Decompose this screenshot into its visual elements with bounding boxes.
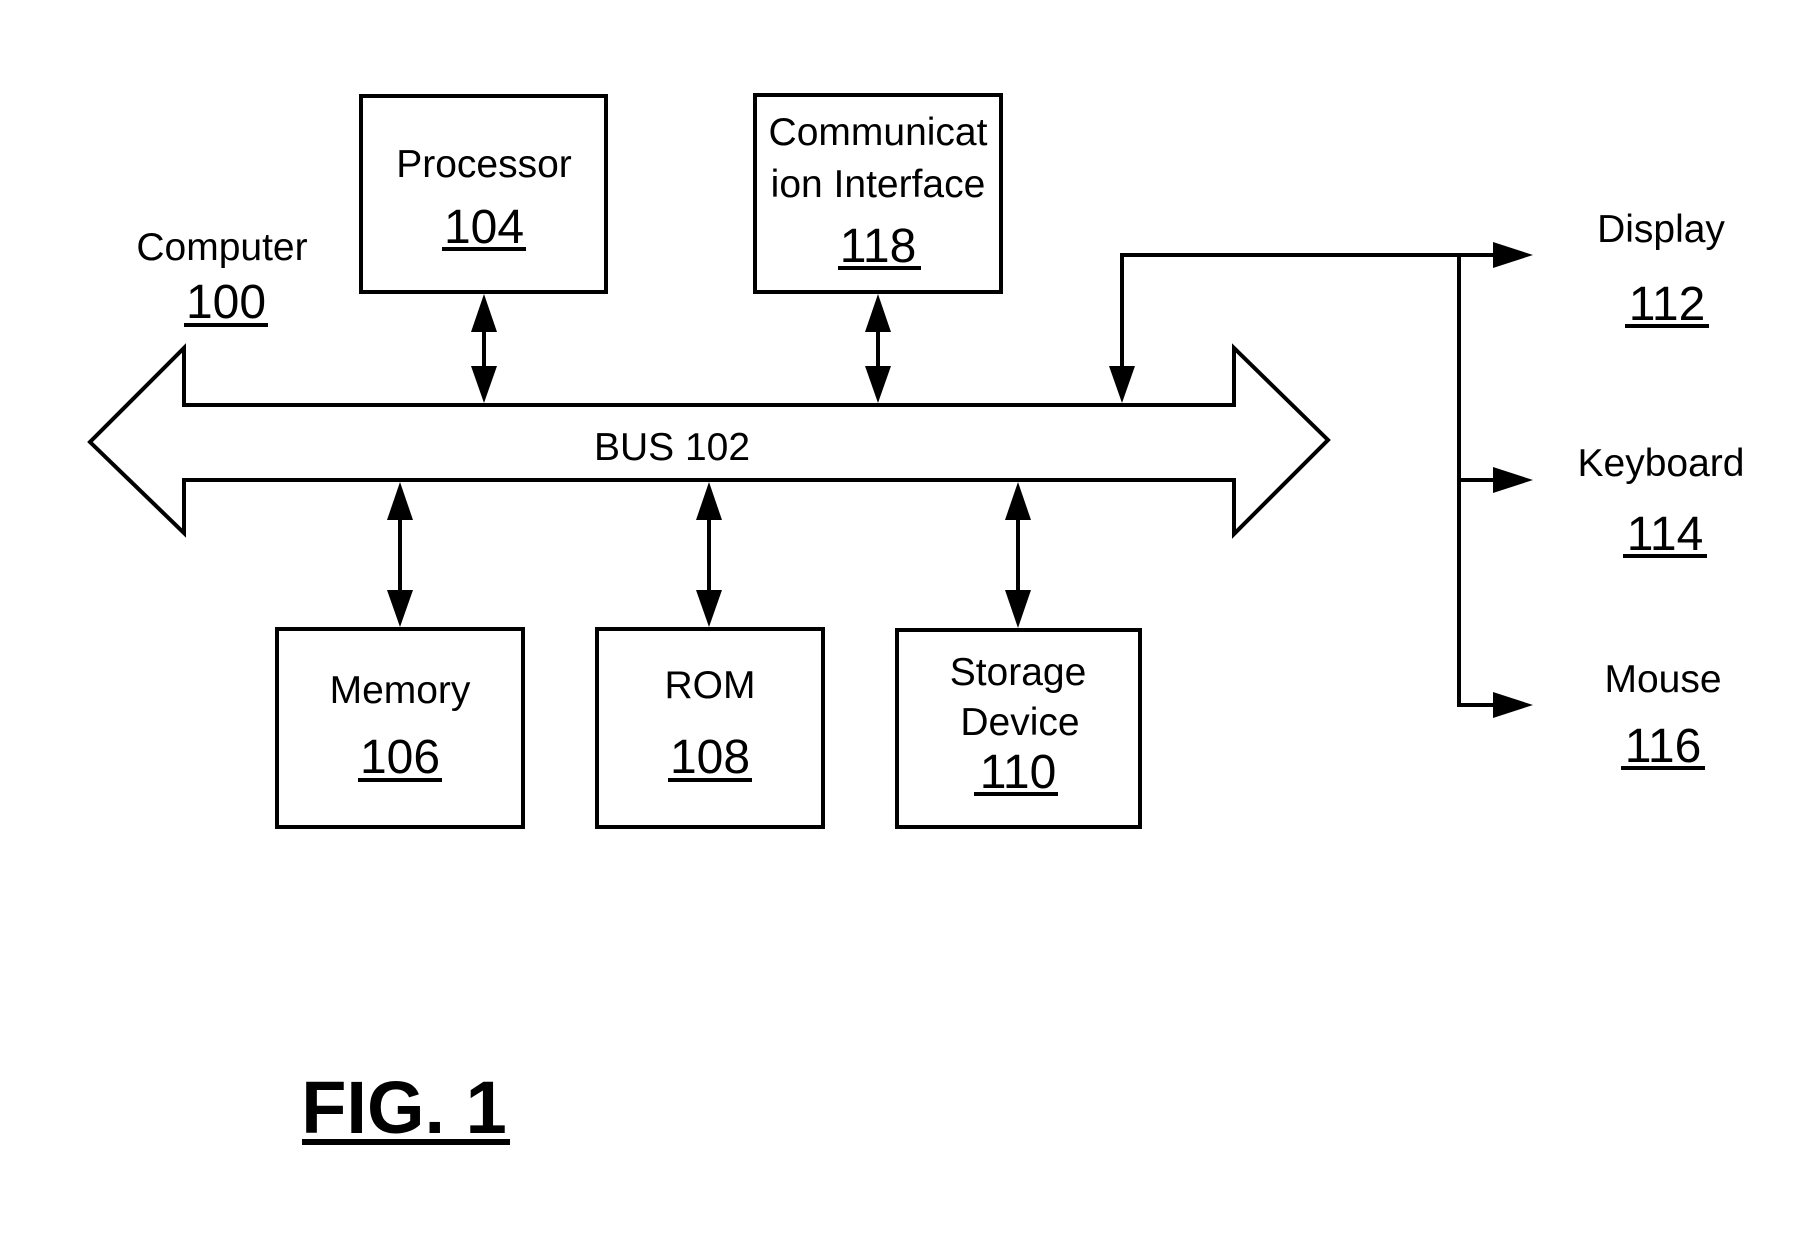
communication-interface-bus-connector [865,294,891,403]
arrowhead-right-icon [1493,242,1533,268]
arrowhead-right-icon [1493,467,1533,493]
arrowhead-down-icon [1005,590,1031,628]
communication-interface-label-line1: Communicat [769,111,988,154]
storage-device-label-line2: Device [960,701,1079,744]
memory-box [275,627,525,829]
rom-label: ROM [665,664,756,707]
memory-bus-connector [387,482,413,627]
processor-block: Processor 104 [359,94,608,294]
storage-device-block: Storage Device 110 [895,628,1142,829]
keyboard-peripheral: Keyboard 114 [1578,442,1745,561]
communication-interface-label-line2: ion Interface [771,163,986,206]
rom-bus-connector [696,482,722,627]
arrowhead-up-icon [471,294,497,332]
communication-interface-ref: 118 [840,220,917,273]
figure-caption: FIG. 1 [301,1066,510,1149]
bus-label: BUS 102 [594,426,750,469]
arrowhead-up-icon [387,482,413,520]
storage-device-ref: 110 [980,746,1057,799]
mouse-ref: 116 [1625,720,1702,773]
processor-bus-connector [471,294,497,403]
rom-block: ROM 108 [595,627,825,829]
mouse-peripheral: Mouse 116 [1604,658,1721,773]
storage-bus-connector [1005,482,1031,628]
mouse-label: Mouse [1604,658,1721,701]
arrowhead-down-icon [387,590,413,627]
computer-label: Computer 100 [136,226,307,329]
display-label: Display [1597,208,1725,251]
memory-ref: 106 [360,731,440,784]
processor-ref: 104 [444,201,524,254]
processor-box [359,94,608,294]
memory-block: Memory 106 [275,627,525,829]
display-peripheral: Display 112 [1597,208,1725,331]
arrowhead-down-icon [1109,366,1135,403]
arrowhead-down-icon [696,590,722,627]
processor-label: Processor [396,143,572,186]
block-diagram: Computer 100 BUS 102 Processor 104 Commu… [87,93,1745,1149]
io-bus-line [1120,253,1495,368]
arrowhead-up-icon [696,482,722,520]
rom-box [595,627,825,829]
rom-ref: 108 [670,731,750,784]
arrowhead-down-icon [865,366,891,403]
display-ref: 112 [1629,278,1706,331]
arrowhead-up-icon [865,294,891,332]
arrowhead-up-icon [1005,482,1031,520]
communication-interface-block: Communicat ion Interface 118 [753,93,1003,294]
figure-caption-text: FIG. 1 [301,1066,507,1149]
storage-device-label-line1: Storage [950,651,1087,694]
keyboard-ref: 114 [1627,508,1704,561]
computer-label-text: Computer [136,226,307,269]
arrowhead-down-icon [471,366,497,403]
computer-ref: 100 [186,276,266,329]
memory-label: Memory [330,669,471,712]
arrowhead-right-icon [1493,692,1533,718]
keyboard-label: Keyboard [1578,442,1745,485]
